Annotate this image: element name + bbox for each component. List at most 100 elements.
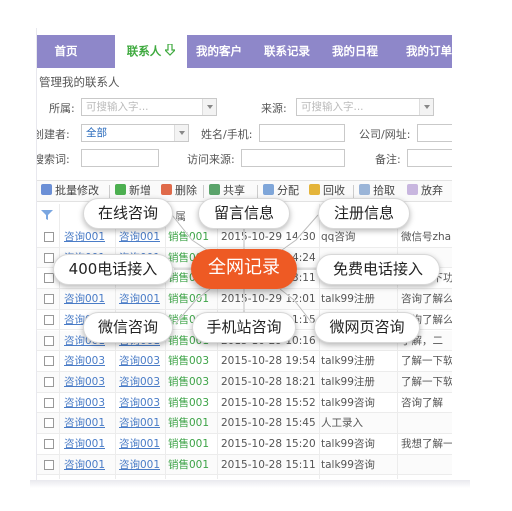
- record-time: 2015-10-29 14:30: [221, 231, 316, 243]
- creator-select[interactable]: 全部: [81, 124, 189, 142]
- nav-home[interactable]: 首页: [37, 35, 95, 68]
- divider: [203, 185, 204, 198]
- consultant-link[interactable]: 咨询003: [64, 351, 105, 371]
- consultant-link[interactable]: 咨询003: [64, 393, 105, 413]
- recycle-button[interactable]: 回收: [309, 184, 345, 198]
- row-checkbox[interactable]: [44, 335, 54, 346]
- assign-button[interactable]: 分配: [263, 184, 299, 198]
- receiver-link[interactable]: 咨询001: [119, 413, 160, 433]
- record-note: 咨询了解么: [401, 293, 452, 306]
- record-note: 咨询了解: [401, 396, 443, 409]
- add-button[interactable]: 新增: [115, 184, 151, 198]
- all-network-records-badge: 全网记录: [191, 249, 297, 289]
- name-phone-label: 姓名/手机:: [201, 128, 253, 141]
- consultant-link[interactable]: 咨询001: [64, 434, 105, 454]
- delete-label: 删除: [175, 184, 197, 197]
- name-phone-input[interactable]: [259, 124, 345, 142]
- delete-icon: [161, 184, 172, 195]
- nav-my-schedule[interactable]: 我的日程: [325, 35, 385, 68]
- row-checkbox[interactable]: [44, 418, 54, 429]
- owner-label: 所属:: [49, 102, 75, 115]
- receiver-link[interactable]: 咨询003: [119, 351, 160, 371]
- abandon-button[interactable]: 放弃: [407, 184, 443, 198]
- row-checkbox[interactable]: [44, 376, 54, 387]
- record-note: 了解一下软: [401, 375, 452, 388]
- add-label: 新增: [129, 184, 151, 197]
- sales-owner: 销售001: [168, 293, 210, 306]
- consultant-link[interactable]: 咨询003: [64, 372, 105, 392]
- row-checkbox[interactable]: [44, 314, 54, 325]
- row-checkbox[interactable]: [44, 459, 54, 470]
- owner-select[interactable]: 可搜输入字...: [81, 98, 217, 116]
- table-row[interactable]: 咨询003 咨询003 销售003 2015-10-28 18:21 talk99注册 了…: [37, 371, 452, 393]
- source-select[interactable]: 可搜输入字...: [296, 98, 434, 116]
- row-checkbox[interactable]: [44, 397, 54, 408]
- assign-label: 分配: [277, 184, 299, 197]
- receiver-link[interactable]: 咨询001: [119, 434, 160, 454]
- row-checkbox[interactable]: [44, 273, 54, 284]
- filter-icon[interactable]: [41, 209, 53, 221]
- receiver-link[interactable]: 咨询003: [119, 372, 160, 392]
- record-note: 我想了解一: [401, 438, 452, 450]
- arrow-down-icon: [165, 44, 176, 56]
- record-source: talk99咨询: [321, 396, 375, 409]
- record-source: talk99咨询: [321, 458, 375, 471]
- nav-my-orders[interactable]: 我的订单: [399, 35, 452, 68]
- visit-source-label: 访问来源:: [187, 153, 235, 166]
- creator-value: 全部: [86, 127, 107, 139]
- keyword-input[interactable]: [81, 149, 159, 167]
- sales-owner: 销售003: [168, 375, 210, 388]
- chevron-down-icon: [202, 99, 216, 115]
- top-nav: 首页 联系人 我的客户 联系记录 我的日程 我的订单: [37, 35, 452, 68]
- section-title: 管理我的联系人: [39, 75, 120, 89]
- row-checkbox[interactable]: [44, 439, 54, 449]
- nav-contact-records[interactable]: 联系记录: [257, 35, 317, 68]
- consultant-link[interactable]: 咨询001: [64, 413, 105, 433]
- receiver-link[interactable]: 咨询003: [119, 393, 160, 413]
- receiver-link[interactable]: 咨询001: [119, 455, 160, 475]
- table-row[interactable]: 咨询001 咨询001 销售001 2015-10-28 15:11 talk99咨询: [37, 454, 452, 476]
- pick-button[interactable]: 拾取: [359, 184, 395, 198]
- record-note: 了解一下软: [401, 355, 452, 368]
- table-row[interactable]: 咨询001 咨询001 销售001 2015-10-28 15:45 人工录入: [37, 413, 452, 434]
- consultant-link[interactable]: 咨询001: [64, 227, 105, 247]
- pick-icon: [359, 184, 370, 195]
- remark-input[interactable]: [407, 149, 452, 167]
- delete-button[interactable]: 删除: [161, 184, 197, 198]
- row-checkbox[interactable]: [44, 232, 54, 242]
- receiver-link[interactable]: 咨询001: [119, 227, 160, 247]
- table-row[interactable]: 咨询001 咨询001 销售001 2015-10-29 14:30 qq咨询 微信号zh…: [37, 227, 452, 248]
- receiver-link[interactable]: 咨询001: [119, 289, 160, 309]
- divider: [353, 185, 354, 198]
- sales-owner: 销售001: [168, 417, 210, 430]
- table-row[interactable]: 咨询001 咨询001 销售001 2015-10-28 15:20 talk99咨询 我…: [37, 434, 452, 455]
- batch-edit-button[interactable]: 批量修改: [41, 184, 99, 198]
- abandon-icon: [407, 184, 418, 195]
- nav-my-customers[interactable]: 我的客户: [189, 35, 249, 68]
- table-row[interactable]: 咨询001 咨询001 销售001 2015-10-29 12:01 talk99注册 咨…: [37, 289, 452, 310]
- batch-edit-label: 批量修改: [55, 184, 99, 197]
- row-checkbox[interactable]: [44, 252, 54, 263]
- record-time: 2015-10-29 12:01: [221, 293, 316, 306]
- pencil-icon: [41, 184, 52, 195]
- divider: [257, 185, 258, 198]
- nav-contacts[interactable]: 联系人: [115, 35, 187, 68]
- mobile-site-consult-label: 手机站咨询: [192, 312, 296, 343]
- visit-source-input[interactable]: [241, 149, 345, 167]
- table-row[interactable]: 咨询003 咨询003 销售003 2015-10-28 15:52 talk99咨询 咨…: [37, 393, 452, 414]
- record-source: talk99咨询: [321, 438, 375, 450]
- company-input[interactable]: [417, 124, 452, 142]
- pick-label: 拾取: [373, 184, 395, 197]
- row-checkbox[interactable]: [44, 294, 54, 305]
- share-label: 共享: [223, 184, 245, 197]
- record-source: talk99注册: [321, 355, 375, 368]
- wechat-consult-label: 微信咨询: [83, 312, 173, 343]
- consultant-link[interactable]: 咨询001: [64, 289, 105, 309]
- row-checkbox[interactable]: [44, 356, 54, 367]
- consultant-link[interactable]: 咨询001: [64, 455, 105, 475]
- table-row[interactable]: 咨询003 咨询003 销售003 2015-10-28 19:54 talk99注册 了…: [37, 351, 452, 372]
- record-source: qq咨询: [321, 231, 356, 243]
- keyword-label: 搜索词:: [36, 153, 70, 166]
- share-button[interactable]: 共享: [209, 184, 245, 198]
- record-time: 2015-10-28 15:11: [221, 458, 316, 471]
